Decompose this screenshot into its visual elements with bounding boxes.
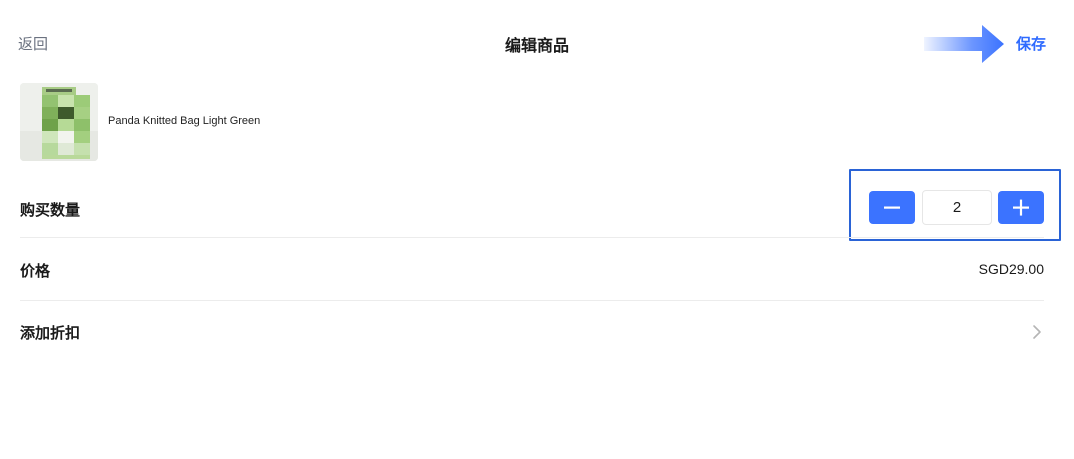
product-item: Panda Knitted Bag Light Green [20,83,620,161]
edit-product-page: 返回 编辑商品 保存 Panda Knitted Bag Light Green… [0,0,1074,459]
add-discount-label: 添加折扣 [20,324,81,342]
arrow-right-icon [924,25,1004,63]
minus-icon [884,206,900,209]
page-title: 编辑商品 [504,36,569,55]
product-thumbnail [20,83,98,161]
chevron-right-icon[interactable] [1032,324,1042,340]
divider [20,300,1044,301]
bag-image-icon [20,83,98,161]
plus-icon [1013,199,1029,216]
price-value: SGD29.00 [978,261,1044,277]
quantity-label: 购买数量 [20,201,81,219]
product-name: Panda Knitted Bag Light Green [108,115,261,127]
quantity-input[interactable]: 2 [922,190,992,225]
price-row: 价格 SGD29.00 [20,250,1044,290]
increment-button[interactable] [998,191,1044,224]
decrement-button[interactable] [869,191,915,224]
add-discount-row[interactable]: 添加折扣 [20,312,1044,352]
header: 返回 编辑商品 保存 [0,0,1074,86]
save-button[interactable]: 保存 [1016,33,1046,54]
price-label: 价格 [20,262,51,280]
divider [20,237,1044,238]
